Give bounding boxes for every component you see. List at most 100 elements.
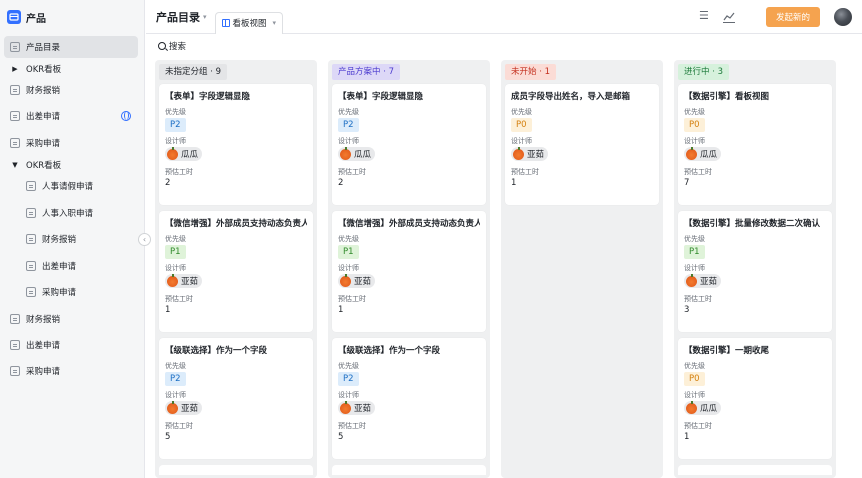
- designer-chip: 瓜瓜: [684, 400, 722, 415]
- estimate-label: 预估工时: [165, 167, 193, 176]
- card-title: 【数据引擎】看板视图: [684, 92, 770, 102]
- kanban-card[interactable]: 【数据引擎】看板视图 优先级 P0 设计师 瓜瓜 预估工时 7: [678, 84, 832, 205]
- column-header-tag[interactable]: 进行中 · 3: [678, 64, 730, 80]
- priority-badge: P2: [165, 372, 186, 386]
- sidebar: 产品 产品目录 ▶ OKR看板 财务报销 出差申请 采购申请 ▼ OKR看板 人…: [0, 0, 145, 478]
- estimate-label: 预估工时: [165, 294, 193, 303]
- sidebar-item-finance[interactable]: 财务报销: [4, 79, 138, 101]
- kanban-card[interactable]: 【级联选择】作为一个字段 优先级 P2 设计师 亚茹 预估工时 5: [159, 338, 313, 459]
- kanban-card[interactable]: 【表单】字段逻辑显隐 优先级 P2 设计师 瓜瓜 预估工时 2: [332, 84, 486, 205]
- sidebar-item-leave[interactable]: 人事请假申请: [4, 175, 138, 197]
- estimate-value: 2: [165, 177, 171, 188]
- doc-icon: [26, 208, 36, 218]
- page-title[interactable]: 产品目录: [156, 9, 200, 25]
- list-icon[interactable]: [698, 9, 712, 24]
- sidebar-item-label: 财务报销: [26, 86, 61, 96]
- kanban-card[interactable]: 【表单】字段逻辑显隐 优先级 P2 设计师 瓜瓜 预估工时 2: [159, 84, 313, 205]
- kanban-column: 进行中 · 3 【数据引擎】看板视图 优先级 P0 设计师 瓜瓜 预估工时 7 【数据引擎】批量…: [674, 60, 836, 478]
- sidebar-item-finance-2[interactable]: 财务报销: [4, 308, 138, 330]
- designer-chip: 亚茹: [511, 146, 549, 161]
- pumpkin-avatar-icon: [340, 146, 351, 160]
- chevron-down-icon[interactable]: ▾: [273, 19, 277, 27]
- doc-icon: [10, 138, 20, 148]
- priority-badge: P2: [338, 118, 359, 132]
- sidebar-item-purchase[interactable]: 采购申请: [4, 132, 138, 154]
- sidebar-item-label: 人事请假申请: [42, 182, 94, 192]
- designer-chip: 瓜瓜: [338, 146, 376, 161]
- sidebar-item-label: 采购申请: [26, 139, 61, 149]
- doc-icon: [10, 85, 20, 95]
- sidebar-item-purchase-2[interactable]: 采购申请: [4, 360, 138, 382]
- sidebar-item-product-catalog[interactable]: 产品目录: [4, 36, 138, 58]
- search-button[interactable]: 搜索: [158, 40, 186, 52]
- sidebar-item-onboarding[interactable]: 人事入职申请: [4, 202, 138, 224]
- sidebar-item-label: 出差申请: [26, 341, 61, 351]
- kanban-card[interactable]: 成员字段导出姓名，导入是邮箱 优先级 P0 设计师 亚茹 预估工时 1: [505, 84, 659, 205]
- estimate-label: 预估工时: [684, 421, 712, 430]
- kanban-card[interactable]: 【数据引擎】批量修改数据二次确认 优先级 P1 设计师 亚茹 预估工时 3: [678, 211, 832, 332]
- avatar[interactable]: [834, 8, 852, 26]
- pumpkin-avatar-icon: [340, 400, 351, 414]
- estimate-value: 3: [684, 304, 690, 315]
- collapse-sidebar-button[interactable]: ‹: [138, 233, 151, 246]
- designer-name: 瓜瓜: [700, 404, 718, 414]
- kanban-card[interactable]: 【微信增强】外部成员支持动态负责人 优先级 P1 设计师 亚茹 预估工时 1: [332, 211, 486, 332]
- priority-label: 优先级: [165, 362, 186, 370]
- priority-label: 优先级: [684, 108, 705, 116]
- designer-name: 亚茹: [527, 150, 545, 160]
- designer-chip: 瓜瓜: [684, 146, 722, 161]
- kanban-card[interactable]: 【级联选择】作为一个字段 优先级 P2 设计师 亚茹 预估工时 5: [332, 338, 486, 459]
- sidebar-item-finance-sub[interactable]: 财务报销: [4, 228, 138, 250]
- priority-badge: P1: [684, 245, 705, 259]
- caret-right-icon[interactable]: ▶: [10, 65, 20, 73]
- kanban-card[interactable]: 【微信增强】外部成员支持动态负责人 优先级 P1 设计师 亚茹 预估工时 1: [159, 211, 313, 332]
- estimate-label: 预估工时: [338, 167, 366, 176]
- estimate-value: 1: [511, 177, 517, 188]
- designer-chip: 瓜瓜: [165, 146, 203, 161]
- sidebar-item-purchase-sub[interactable]: 采购申请: [4, 281, 138, 303]
- designer-chip: 亚茹: [684, 273, 722, 288]
- card-title: 【微信增强】外部成员支持动态负责人: [165, 219, 307, 229]
- sidebar-item-okr-board-expanded[interactable]: ▼ OKR看板: [4, 154, 138, 176]
- trend-chart-icon[interactable]: [722, 10, 736, 24]
- column-header-tag[interactable]: 未指定分组 · 9: [159, 64, 228, 80]
- kanban-column: 未开始 · 1 成员字段导出姓名，导入是邮箱 优先级 P0 设计师 亚茹 预估工时 1: [501, 60, 663, 478]
- column-header-tag[interactable]: 未开始 · 1: [505, 64, 557, 80]
- kanban-card-partial[interactable]: [332, 465, 486, 475]
- sidebar-item-label: 采购申请: [26, 367, 61, 377]
- tab-kanban-view[interactable]: 看板视图 ▾: [214, 11, 284, 34]
- new-record-button[interactable]: 发起新的: [765, 7, 820, 27]
- doc-icon: [10, 314, 20, 324]
- priority-badge: P1: [338, 245, 359, 259]
- sidebar-item-travel[interactable]: 出差申请: [4, 105, 138, 127]
- estimate-value: 5: [165, 431, 171, 442]
- estimate-label: 预估工时: [338, 421, 366, 430]
- designer-label: 设计师: [165, 264, 186, 272]
- designer-name: 瓜瓜: [354, 150, 372, 160]
- card-title: 【级联选择】作为一个字段: [165, 346, 268, 356]
- estimate-label: 预估工时: [338, 294, 366, 303]
- app-header: 产品: [0, 0, 144, 34]
- kanban-card[interactable]: 【数据引擎】一期收尾 优先级 P0 设计师 瓜瓜 预估工时 1: [678, 338, 832, 459]
- column-header-tag[interactable]: 产品方案中 · 7: [332, 64, 401, 80]
- kanban-card-partial[interactable]: [678, 465, 832, 475]
- priority-badge: P0: [684, 372, 705, 386]
- search-label: 搜索: [169, 42, 187, 52]
- doc-icon: [26, 261, 36, 271]
- sidebar-item-travel-2[interactable]: 出差申请: [4, 334, 138, 356]
- sidebar-item-okr-board[interactable]: ▶ OKR看板: [4, 58, 138, 80]
- kanban-icon: [221, 19, 230, 27]
- doc-icon: [10, 340, 20, 350]
- chevron-down-icon[interactable]: ▾: [203, 13, 207, 21]
- kanban-card-partial[interactable]: [159, 465, 313, 475]
- sidebar-item-label: 人事入职申请: [42, 209, 94, 219]
- sidebar-item-label: 出差申请: [42, 262, 77, 272]
- doc-icon: [26, 287, 36, 297]
- pumpkin-avatar-icon: [167, 273, 178, 287]
- designer-label: 设计师: [165, 137, 186, 145]
- pumpkin-avatar-icon: [340, 273, 351, 287]
- sidebar-item-travel-sub[interactable]: 出差申请: [4, 255, 138, 277]
- caret-down-icon[interactable]: ▼: [10, 161, 20, 169]
- designer-label: 设计师: [684, 137, 705, 145]
- designer-name: 亚茹: [354, 277, 372, 287]
